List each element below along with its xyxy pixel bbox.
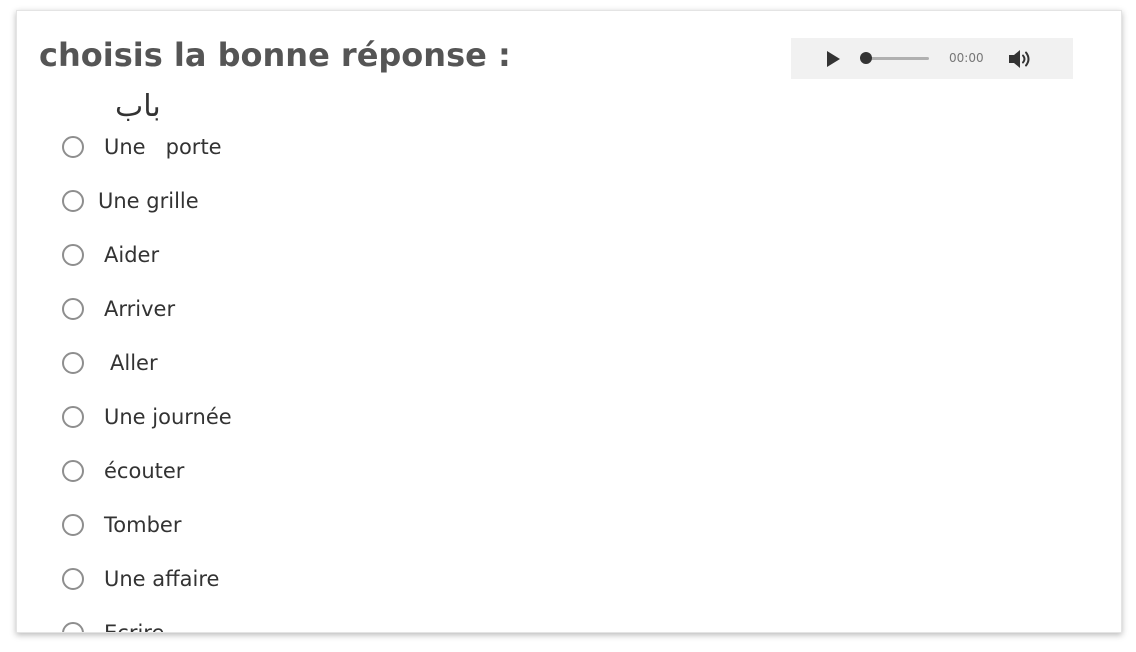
radio-button[interactable] [62,298,84,320]
answer-option[interactable]: Une porte [62,133,232,187]
radio-button[interactable] [62,460,84,482]
radio-button[interactable] [62,352,84,374]
radio-button[interactable] [62,136,84,158]
audio-progress-thumb[interactable] [860,52,872,64]
answer-option[interactable]: Aller [62,349,232,403]
answer-label: Ecrire [104,621,165,633]
answer-option[interactable]: Une grille [62,187,232,241]
question-title: choisis la bonne réponse : [39,36,511,74]
answer-label: Une porte [104,135,222,159]
answer-option[interactable]: Une affaire [62,565,232,619]
radio-button[interactable] [62,190,84,212]
answer-label: écouter [104,459,185,483]
answer-option[interactable]: Une journée [62,403,232,457]
arabic-word: باب [115,89,161,124]
answer-label: Arriver [104,297,176,321]
answer-option[interactable]: Arriver [62,295,232,349]
radio-button[interactable] [62,406,84,428]
audio-player: 00:00 [791,38,1073,79]
answer-option[interactable]: Tomber [62,511,232,565]
answer-option[interactable]: Aider [62,241,232,295]
answer-label: Une grille [98,189,199,213]
answer-option[interactable]: Ecrire [62,619,232,633]
audio-progress-track[interactable] [867,57,929,60]
answer-label: Aller [110,351,158,375]
quiz-card: choisis la bonne réponse : باب 00:00 Une… [16,10,1122,633]
answer-label: Aider [104,243,160,267]
radio-button[interactable] [62,568,84,590]
answer-options: Une porte Une grille Aider Arriver Aller… [62,133,232,633]
answer-label: Une journée [104,405,232,429]
volume-icon[interactable] [1007,47,1035,71]
audio-time: 00:00 [949,51,984,65]
radio-button[interactable] [62,622,84,632]
play-icon[interactable] [827,51,840,67]
radio-button[interactable] [62,244,84,266]
answer-option[interactable]: écouter [62,457,232,511]
radio-button[interactable] [62,514,84,536]
answer-label: Une affaire [104,567,220,591]
answer-label: Tomber [104,513,182,537]
